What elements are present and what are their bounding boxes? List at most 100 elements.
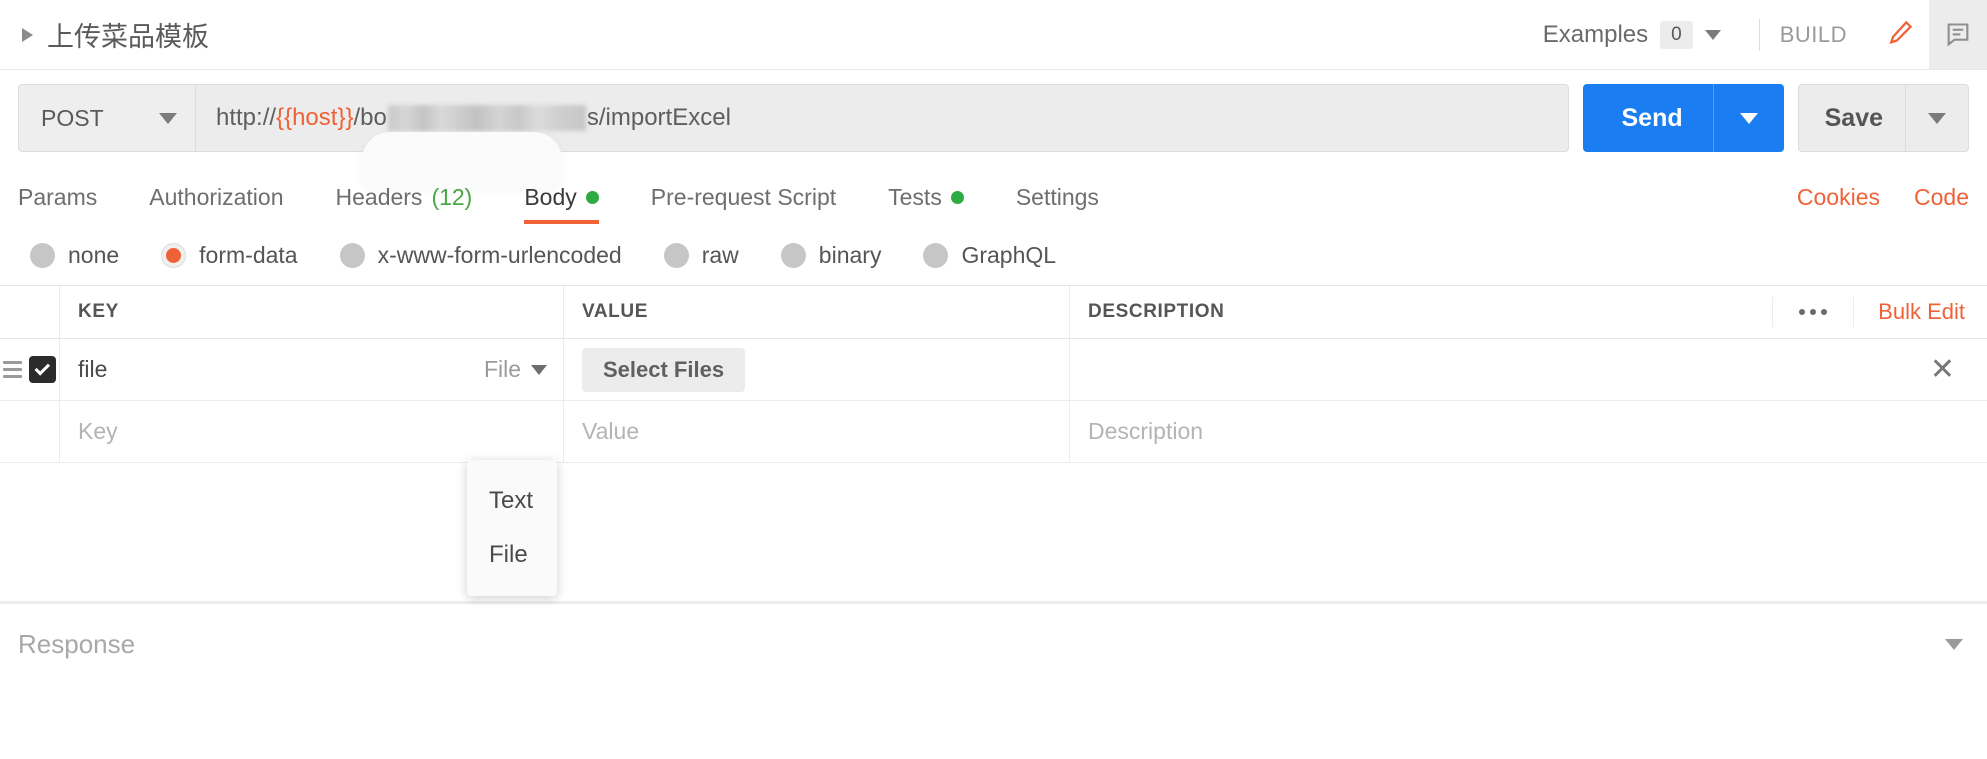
request-header: 上传菜品模板 Examples 0 BUILD (0, 0, 1987, 70)
chevron-down-icon (1739, 112, 1758, 124)
build-label: BUILD (1779, 21, 1847, 47)
new-row-value-placeholder: Value (582, 418, 640, 444)
body-type-raw[interactable]: raw (663, 242, 739, 269)
chevron-down-icon[interactable] (1704, 29, 1721, 40)
form-data-table: KEY VALUE DESCRIPTION Bulk Edit file Fil… (0, 285, 1987, 463)
type-dropdown-menu: Text File (467, 460, 557, 596)
table-row: file File Select Files ✕ (0, 339, 1987, 401)
response-section: Response (0, 604, 1987, 684)
response-label: Response (18, 628, 136, 659)
tab-settings[interactable]: Settings (1016, 184, 1099, 224)
tab-tests[interactable]: Tests (888, 184, 964, 224)
chevron-down-icon[interactable] (1945, 638, 1963, 650)
url-input[interactable]: http://{{host}}/bo s/importExcel (196, 84, 1570, 152)
body-type-none[interactable]: none (30, 242, 119, 269)
row-checkbox[interactable] (29, 356, 56, 383)
body-type-form-data[interactable]: form-data (161, 242, 298, 269)
tab-params[interactable]: Params (18, 184, 97, 224)
row-value-cell: Select Files (564, 339, 1070, 400)
radio-label: GraphQL (961, 242, 1057, 268)
tab-authorization[interactable]: Authorization (149, 184, 283, 224)
row-type-select[interactable]: File (484, 356, 547, 383)
body-spacer (0, 463, 1987, 601)
url-scheme: http:// (216, 104, 277, 131)
url-variable: {{host}} (276, 104, 354, 131)
request-title-group: 上传菜品模板 (0, 15, 209, 54)
new-row-key-cell[interactable]: Key (60, 401, 564, 462)
body-type-x-www-form-urlencoded[interactable]: x-www-form-urlencoded (339, 242, 622, 269)
row-key-value: file (78, 356, 108, 382)
page-title: 上传菜品模板 (47, 22, 209, 52)
examples-label: Examples (1542, 20, 1649, 48)
radio-label: none (68, 242, 120, 268)
bulk-edit-button[interactable]: Bulk Edit (1853, 297, 1987, 327)
tab-body[interactable]: Body (524, 184, 600, 224)
check-icon (34, 359, 50, 376)
body-type-graphql[interactable]: GraphQL (923, 242, 1056, 269)
radio-icon (663, 243, 689, 268)
radio-icon (780, 243, 806, 268)
table-header-actions: Bulk Edit (1772, 286, 1987, 338)
body-type-binary[interactable]: binary (780, 242, 882, 269)
tab-label: Settings (1015, 184, 1099, 210)
new-row-value-cell[interactable]: Value (564, 401, 1070, 462)
drag-handle-icon[interactable] (3, 361, 22, 378)
select-files-button[interactable]: Select Files (582, 347, 746, 392)
tab-label: Body (524, 184, 577, 210)
radio-icon (923, 243, 949, 268)
dropdown-item-text[interactable]: Text (467, 474, 557, 528)
request-tab-bar: Params Authorization Headers (12) Body P… (0, 166, 1987, 224)
row-description-cell[interactable]: ✕ (1070, 339, 1987, 400)
headers-count: (12) (431, 184, 473, 210)
method-select[interactable]: POST (18, 84, 196, 152)
mode-tab-group (1871, 0, 1987, 69)
tab-edit[interactable] (1871, 0, 1929, 69)
header-right-group: Examples 0 BUILD (1543, 0, 1987, 69)
row-key-cell[interactable]: file File (60, 339, 564, 400)
header-value-cell: VALUE (564, 286, 1070, 338)
tab-comments[interactable] (1929, 0, 1987, 69)
radio-label: raw (701, 242, 739, 268)
tab-headers[interactable]: Headers (12) (336, 184, 473, 224)
save-button-label: Save (1824, 103, 1883, 132)
tab-label: Tests (888, 184, 942, 210)
status-dot-icon (585, 191, 599, 204)
body-type-radio-group: none form-data x-www-form-urlencoded raw… (0, 224, 1987, 285)
code-link[interactable]: Code (1914, 184, 1969, 211)
new-row-description-cell[interactable]: Description (1070, 401, 1987, 462)
send-button[interactable]: Send (1583, 84, 1784, 152)
header-description-cell: DESCRIPTION Bulk Edit (1070, 286, 1987, 338)
comment-icon (1947, 22, 1969, 47)
method-label: POST (41, 104, 104, 131)
examples-count-badge: 0 (1660, 20, 1693, 49)
ellipsis-icon[interactable] (1772, 297, 1853, 327)
cookies-link[interactable]: Cookies (1797, 184, 1880, 211)
radio-label: form-data (199, 242, 298, 268)
save-dropdown-button[interactable] (1906, 112, 1968, 124)
url-redacted-segment (387, 105, 586, 131)
tab-pre-request-script[interactable]: Pre-request Script (651, 184, 836, 224)
pencil-icon (1889, 20, 1913, 45)
examples-control[interactable]: Examples 0 (1542, 20, 1739, 49)
table-row: Key Value Description (0, 401, 1987, 463)
row-type-label: File (483, 356, 521, 382)
radio-icon-selected (161, 243, 187, 268)
row-grip-cell (0, 401, 60, 462)
url-path-suffix: s/importExcel (586, 104, 731, 131)
radio-label: binary (818, 242, 882, 268)
tab-label: Authorization (149, 184, 284, 210)
chevron-down-icon (1928, 112, 1946, 124)
save-button[interactable]: Save (1797, 84, 1969, 152)
new-row-description-placeholder: Description (1088, 418, 1204, 444)
table-header-row: KEY VALUE DESCRIPTION Bulk Edit (0, 285, 1987, 339)
tab-label: Params (18, 184, 98, 210)
tab-bar-links: Cookies Code (1797, 184, 1969, 224)
send-dropdown-button[interactable] (1714, 112, 1784, 124)
close-icon[interactable]: ✕ (1930, 354, 1969, 385)
radio-icon (339, 243, 365, 268)
dropdown-item-file[interactable]: File (467, 528, 557, 582)
tab-label: Headers (335, 184, 423, 210)
caret-right-icon[interactable] (22, 27, 33, 42)
header-key-cell: KEY (60, 286, 564, 338)
send-button-label: Send (1621, 103, 1683, 132)
